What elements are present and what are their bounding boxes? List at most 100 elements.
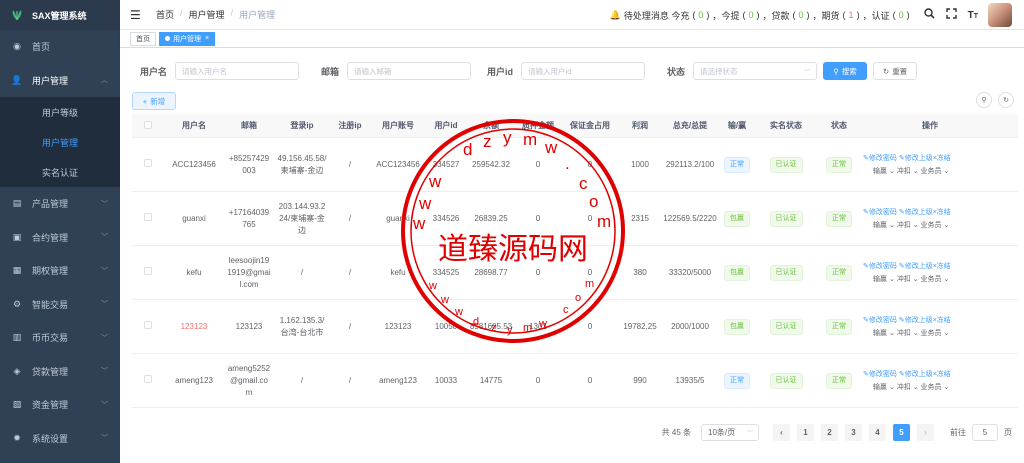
adjust-dropdown[interactable]: 冲扣 ⌄	[897, 168, 921, 175]
sidebar-item-home[interactable]: ◉ 首页	[0, 30, 120, 64]
cell-winlose: 正常	[720, 372, 754, 389]
add-button[interactable]: + 新增	[132, 92, 176, 110]
freeze-link[interactable]: ×冻结	[933, 209, 951, 216]
edit-password-link[interactable]: ✎修改密码	[863, 263, 897, 270]
notice-renzheng-label: 认证	[871, 10, 890, 21]
search-icon[interactable]	[923, 8, 935, 22]
sidebar-item-settings[interactable]: ✹ 系统设置 ﹀	[0, 422, 120, 456]
notice-jinchong-value[interactable]: 0	[698, 10, 703, 20]
freeze-link[interactable]: ×冻结	[933, 263, 951, 270]
notice-paren: (	[842, 10, 846, 20]
cell-username: ACC123456	[172, 159, 216, 169]
sidebar-item-user-management[interactable]: 👤 用户管理 ︿	[0, 64, 120, 98]
userid-input[interactable]: 请输入用户id	[521, 62, 646, 80]
page-3-button[interactable]: 3	[845, 424, 862, 441]
winlose-dropdown[interactable]: 输赢 ⌄	[873, 330, 897, 337]
sidebar-item-option[interactable]: ▦ 期权管理 ﹀	[0, 254, 120, 288]
edit-password-link[interactable]: ✎修改密码	[863, 155, 897, 162]
freeze-link[interactable]: ×冻结	[933, 317, 951, 324]
sidebar-item-coin-trade[interactable]: ▥ 币币交易 ﹀	[0, 321, 120, 355]
page-1-button[interactable]: 1	[797, 424, 814, 441]
hamburger-icon[interactable]: ☰	[130, 8, 144, 22]
adjust-dropdown[interactable]: 冲扣 ⌄	[897, 276, 921, 283]
notice-daikuan-value[interactable]: 0	[799, 10, 804, 20]
edit-password-link[interactable]: ✎修改密码	[863, 371, 897, 378]
notice-jinti-value[interactable]: 0	[748, 10, 753, 20]
font-size-icon[interactable]: TT	[968, 10, 978, 21]
select-all-checkbox[interactable]	[144, 120, 152, 129]
row-checkbox[interactable]	[144, 158, 152, 167]
page-4-button[interactable]: 4	[869, 424, 886, 441]
edit-password-link[interactable]: ✎修改密码	[863, 209, 897, 216]
jump-input[interactable]: 5	[972, 424, 998, 441]
sidebar-item-funds[interactable]: ▧ 资金管理 ﹀	[0, 388, 120, 422]
email-input[interactable]: 请输入邮箱	[347, 62, 472, 80]
page-size-select[interactable]: 10条/页 ﹀	[701, 424, 759, 441]
prev-page-button[interactable]: ‹	[773, 424, 790, 441]
col-email: 邮箱	[241, 121, 257, 130]
breadcrumb-user-management[interactable]: 用户管理	[189, 8, 225, 21]
salesman-dropdown[interactable]: 业务员 ⌄	[921, 384, 950, 391]
sidebar-item-contract[interactable]: ▣ 合约管理 ﹀	[0, 221, 120, 255]
edit-parent-link[interactable]: ✎修改上级	[899, 371, 933, 378]
page-2-button[interactable]: 2	[821, 424, 838, 441]
sidebar-item-label: 合约管理	[32, 232, 69, 243]
sidebar-subitem-user-management[interactable]: 用户管理	[0, 127, 120, 157]
tag-home[interactable]: 首页	[130, 31, 156, 46]
app-logo[interactable]: SAX管理系统	[0, 0, 120, 30]
adjust-dropdown[interactable]: 冲扣 ⌄	[897, 384, 921, 391]
breadcrumb-home[interactable]: 首页	[156, 8, 174, 21]
winlose-dropdown[interactable]: 输赢 ⌄	[873, 222, 897, 229]
edit-password-link[interactable]: ✎修改密码	[863, 317, 897, 324]
notice-paren: (	[892, 10, 896, 20]
edit-parent-link[interactable]: ✎修改上级	[899, 209, 933, 216]
notice-qihuo-value[interactable]: 1	[849, 10, 854, 20]
search-button[interactable]: ⚲ 搜索	[823, 62, 868, 80]
winlose-dropdown[interactable]: 输赢 ⌄	[873, 384, 897, 391]
row-checkbox[interactable]	[144, 374, 152, 383]
col-ops: 操作	[922, 121, 938, 130]
sidebar-subitem-user-level[interactable]: 用户等级	[0, 97, 120, 127]
row-checkbox[interactable]	[144, 212, 152, 221]
cell-reg-ip: /	[348, 375, 352, 385]
sidebar-item-loan[interactable]: ◈ 贷款管理 ﹀	[0, 355, 120, 389]
realname-badge: 已认证	[769, 372, 803, 389]
page-size-value: 10条/页	[708, 428, 736, 437]
page-5-button[interactable]: 5	[893, 424, 910, 441]
salesman-dropdown[interactable]: 业务员 ⌄	[921, 330, 950, 337]
toggle-search-button[interactable]: ⚲	[976, 92, 992, 108]
winlose-dropdown[interactable]: 输赢 ⌄	[873, 276, 897, 283]
refresh-button[interactable]: ↻	[998, 92, 1014, 108]
notice-paren: (	[792, 10, 796, 20]
sidebar-subitem-realname[interactable]: 实名认证	[0, 157, 120, 187]
row-select-cell	[132, 212, 164, 225]
salesman-dropdown[interactable]: 业务员 ⌄	[921, 168, 950, 175]
sidebar-subitem-label: 实名认证	[42, 167, 79, 178]
status-select[interactable]: 请选择状态 ﹀	[693, 62, 818, 80]
winlose-dropdown[interactable]: 输赢 ⌄	[873, 168, 897, 175]
tag-user-management[interactable]: 用户管理 ×	[159, 31, 216, 46]
next-page-button[interactable]: ›	[917, 424, 934, 441]
notice-renzheng-value[interactable]: 0	[899, 10, 904, 20]
freeze-link[interactable]: ×冻结	[933, 155, 951, 162]
op-label: 修改密码	[868, 154, 897, 162]
chevron-down-icon: ⌄	[887, 329, 897, 337]
close-icon[interactable]: ×	[205, 35, 209, 42]
salesman-dropdown[interactable]: 业务员 ⌄	[921, 222, 950, 229]
row-checkbox[interactable]	[144, 266, 152, 275]
plus-icon: +	[142, 96, 148, 106]
username-input[interactable]: 请输入用户名	[175, 62, 300, 80]
sidebar-item-smart-trade[interactable]: ⚙ 智能交易 ﹀	[0, 288, 120, 322]
fullscreen-icon[interactable]	[945, 8, 957, 22]
salesman-dropdown[interactable]: 业务员 ⌄	[921, 276, 950, 283]
sidebar-item-product[interactable]: ▤ 产品管理 ﹀	[0, 187, 120, 221]
avatar[interactable]	[988, 3, 1012, 27]
adjust-dropdown[interactable]: 冲扣 ⌄	[897, 330, 921, 337]
edit-parent-link[interactable]: ✎修改上级	[899, 155, 933, 162]
adjust-dropdown[interactable]: 冲扣 ⌄	[897, 222, 921, 229]
edit-parent-link[interactable]: ✎修改上级	[899, 263, 933, 270]
freeze-link[interactable]: ×冻结	[933, 371, 951, 378]
reset-button[interactable]: ↻ 重置	[873, 62, 918, 80]
row-checkbox[interactable]	[144, 320, 152, 329]
edit-parent-link[interactable]: ✎修改上级	[899, 317, 933, 324]
